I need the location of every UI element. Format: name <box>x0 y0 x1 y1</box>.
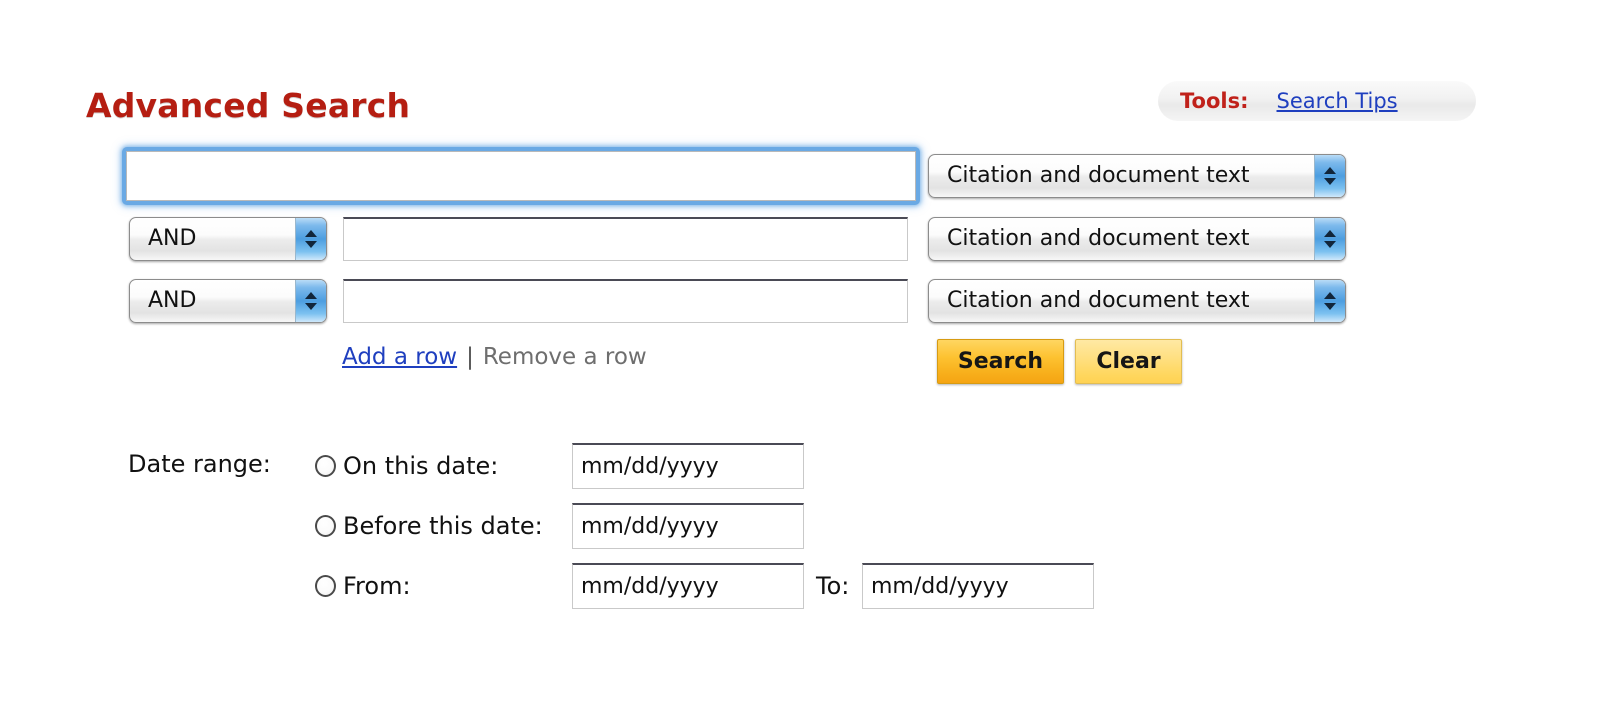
chevron-updown-icon[interactable] <box>1314 218 1345 260</box>
query-input-row-1-wrapper[interactable] <box>122 147 920 205</box>
date-input-on-this-date[interactable] <box>572 443 804 489</box>
chevron-updown-icon[interactable] <box>295 218 326 260</box>
scope-select-row-1[interactable]: Citation and document text <box>928 154 1346 198</box>
operator-select-row-2[interactable]: AND <box>129 217 327 261</box>
date-option-before-this-date[interactable]: Before this date: <box>315 512 543 540</box>
date-option-from-to[interactable]: From: <box>315 572 411 600</box>
scope-select-row-3-value: Citation and document text <box>947 290 1250 312</box>
radio-on-this-date[interactable] <box>315 455 336 477</box>
chevron-down-icon <box>1324 303 1336 310</box>
tools-bar: Tools: Search Tips <box>1158 81 1476 121</box>
date-option-before-this-date-label: Before this date: <box>343 512 543 540</box>
date-input-from[interactable] <box>572 563 804 609</box>
chevron-down-icon <box>1324 178 1336 185</box>
date-to-label: To: <box>816 572 850 600</box>
chevron-updown-icon[interactable] <box>1314 280 1345 322</box>
date-option-on-this-date[interactable]: On this date: <box>315 452 498 480</box>
date-input-before-this-date[interactable] <box>572 503 804 549</box>
row-links-separator: | <box>466 344 474 370</box>
radio-before-this-date[interactable] <box>315 515 336 537</box>
search-tips-link[interactable]: Search Tips <box>1277 89 1404 113</box>
query-input-row-1[interactable] <box>126 151 916 201</box>
scope-select-row-2-value: Citation and document text <box>947 228 1250 250</box>
query-input-row-3[interactable] <box>343 279 908 323</box>
chevron-up-icon <box>305 230 317 237</box>
search-button[interactable]: Search <box>937 339 1064 384</box>
page-title: Advanced Search <box>86 86 411 125</box>
operator-select-row-2-value: AND <box>148 228 197 250</box>
date-option-on-this-date-label: On this date: <box>343 452 499 480</box>
chevron-up-icon <box>1324 292 1336 299</box>
scope-select-row-2[interactable]: Citation and document text <box>928 217 1346 261</box>
date-range-label: Date range: <box>128 450 271 478</box>
date-option-from-label: From: <box>343 572 411 600</box>
row-controls: Add a row | Remove a row <box>342 344 647 370</box>
chevron-down-icon <box>305 303 317 310</box>
operator-select-row-3-value: AND <box>148 290 197 312</box>
chevron-up-icon <box>305 292 317 299</box>
add-a-row-link[interactable]: Add a row <box>342 344 457 370</box>
operator-select-row-3[interactable]: AND <box>129 279 327 323</box>
date-input-to[interactable] <box>862 563 1094 609</box>
query-input-row-2[interactable] <box>343 217 908 261</box>
chevron-up-icon <box>1324 167 1336 174</box>
tools-label: Tools: <box>1180 89 1249 113</box>
radio-from-to[interactable] <box>315 575 336 597</box>
chevron-updown-icon[interactable] <box>1314 155 1345 197</box>
scope-select-row-1-value: Citation and document text <box>947 165 1250 187</box>
advanced-search-page: Advanced Search Tools: Search Tips Citat… <box>0 0 1600 704</box>
chevron-down-icon <box>1324 241 1336 248</box>
clear-button[interactable]: Clear <box>1075 339 1182 384</box>
scope-select-row-3[interactable]: Citation and document text <box>928 279 1346 323</box>
remove-a-row-link[interactable]: Remove a row <box>483 344 647 370</box>
chevron-down-icon <box>305 241 317 248</box>
chevron-up-icon <box>1324 230 1336 237</box>
chevron-updown-icon[interactable] <box>295 280 326 322</box>
